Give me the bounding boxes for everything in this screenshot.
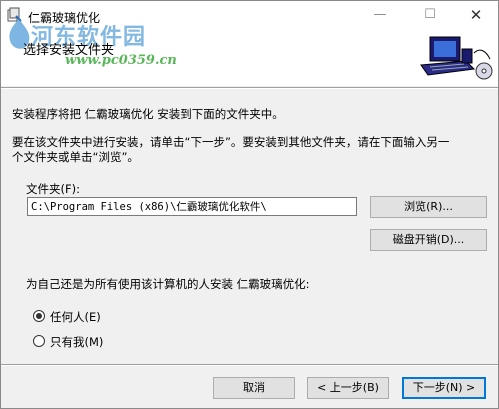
install-scope-question: 为自己还是为所有使用该计算机的人安装 仁霸玻璃优化: [26, 277, 310, 291]
radio-everyone-label: 任何人(E) [50, 310, 101, 324]
header-banner: 河东软件园 选择安装文件夹 www.pc0359.cn [1, 19, 498, 86]
minimize-button[interactable]: — [357, 1, 403, 31]
intro-text: 安装程序将把 仁霸玻璃优化 安装到下面的文件夹中。 [12, 107, 284, 121]
close-button[interactable]: ✕ [453, 1, 499, 31]
radio-just-me-label: 只有我(M) [50, 335, 104, 349]
computer-installer-icon [420, 36, 493, 80]
radio-just-me-circle[interactable] [33, 335, 45, 347]
folder-path-input[interactable]: C:\Program Files (x86)\仁霸玻璃优化软件\ [27, 197, 357, 216]
radio-everyone-circle[interactable] [33, 310, 45, 322]
instruction-text-line2: 个文件夹或单击“浏览”。 [12, 150, 139, 164]
radio-selected-dot [36, 313, 42, 319]
cancel-button[interactable]: 取消 [213, 377, 295, 399]
footer-divider [1, 364, 498, 366]
header-divider [1, 87, 498, 89]
back-button[interactable]: < 上一步(B) [307, 377, 389, 399]
next-button[interactable]: 下一步(N) > [402, 377, 486, 399]
browse-button[interactable]: 浏览(R)... [370, 196, 487, 218]
instruction-text-line1: 要在该文件夹中进行安装，请单击“下一步”。要安装到其他文件夹，请在下面输入另一 [12, 135, 450, 149]
installer-window: 仁霸玻璃优化 — ☐ ✕ 河东软件园 选择安装文件夹 www.pc0359.cn… [0, 0, 499, 409]
disk-cost-button[interactable]: 磁盘开销(D)... [370, 229, 487, 251]
watermark-url: www.pc0359.cn [65, 53, 177, 68]
maximize-button[interactable]: ☐ [407, 1, 453, 31]
folder-label: 文件夹(F): [26, 182, 80, 196]
